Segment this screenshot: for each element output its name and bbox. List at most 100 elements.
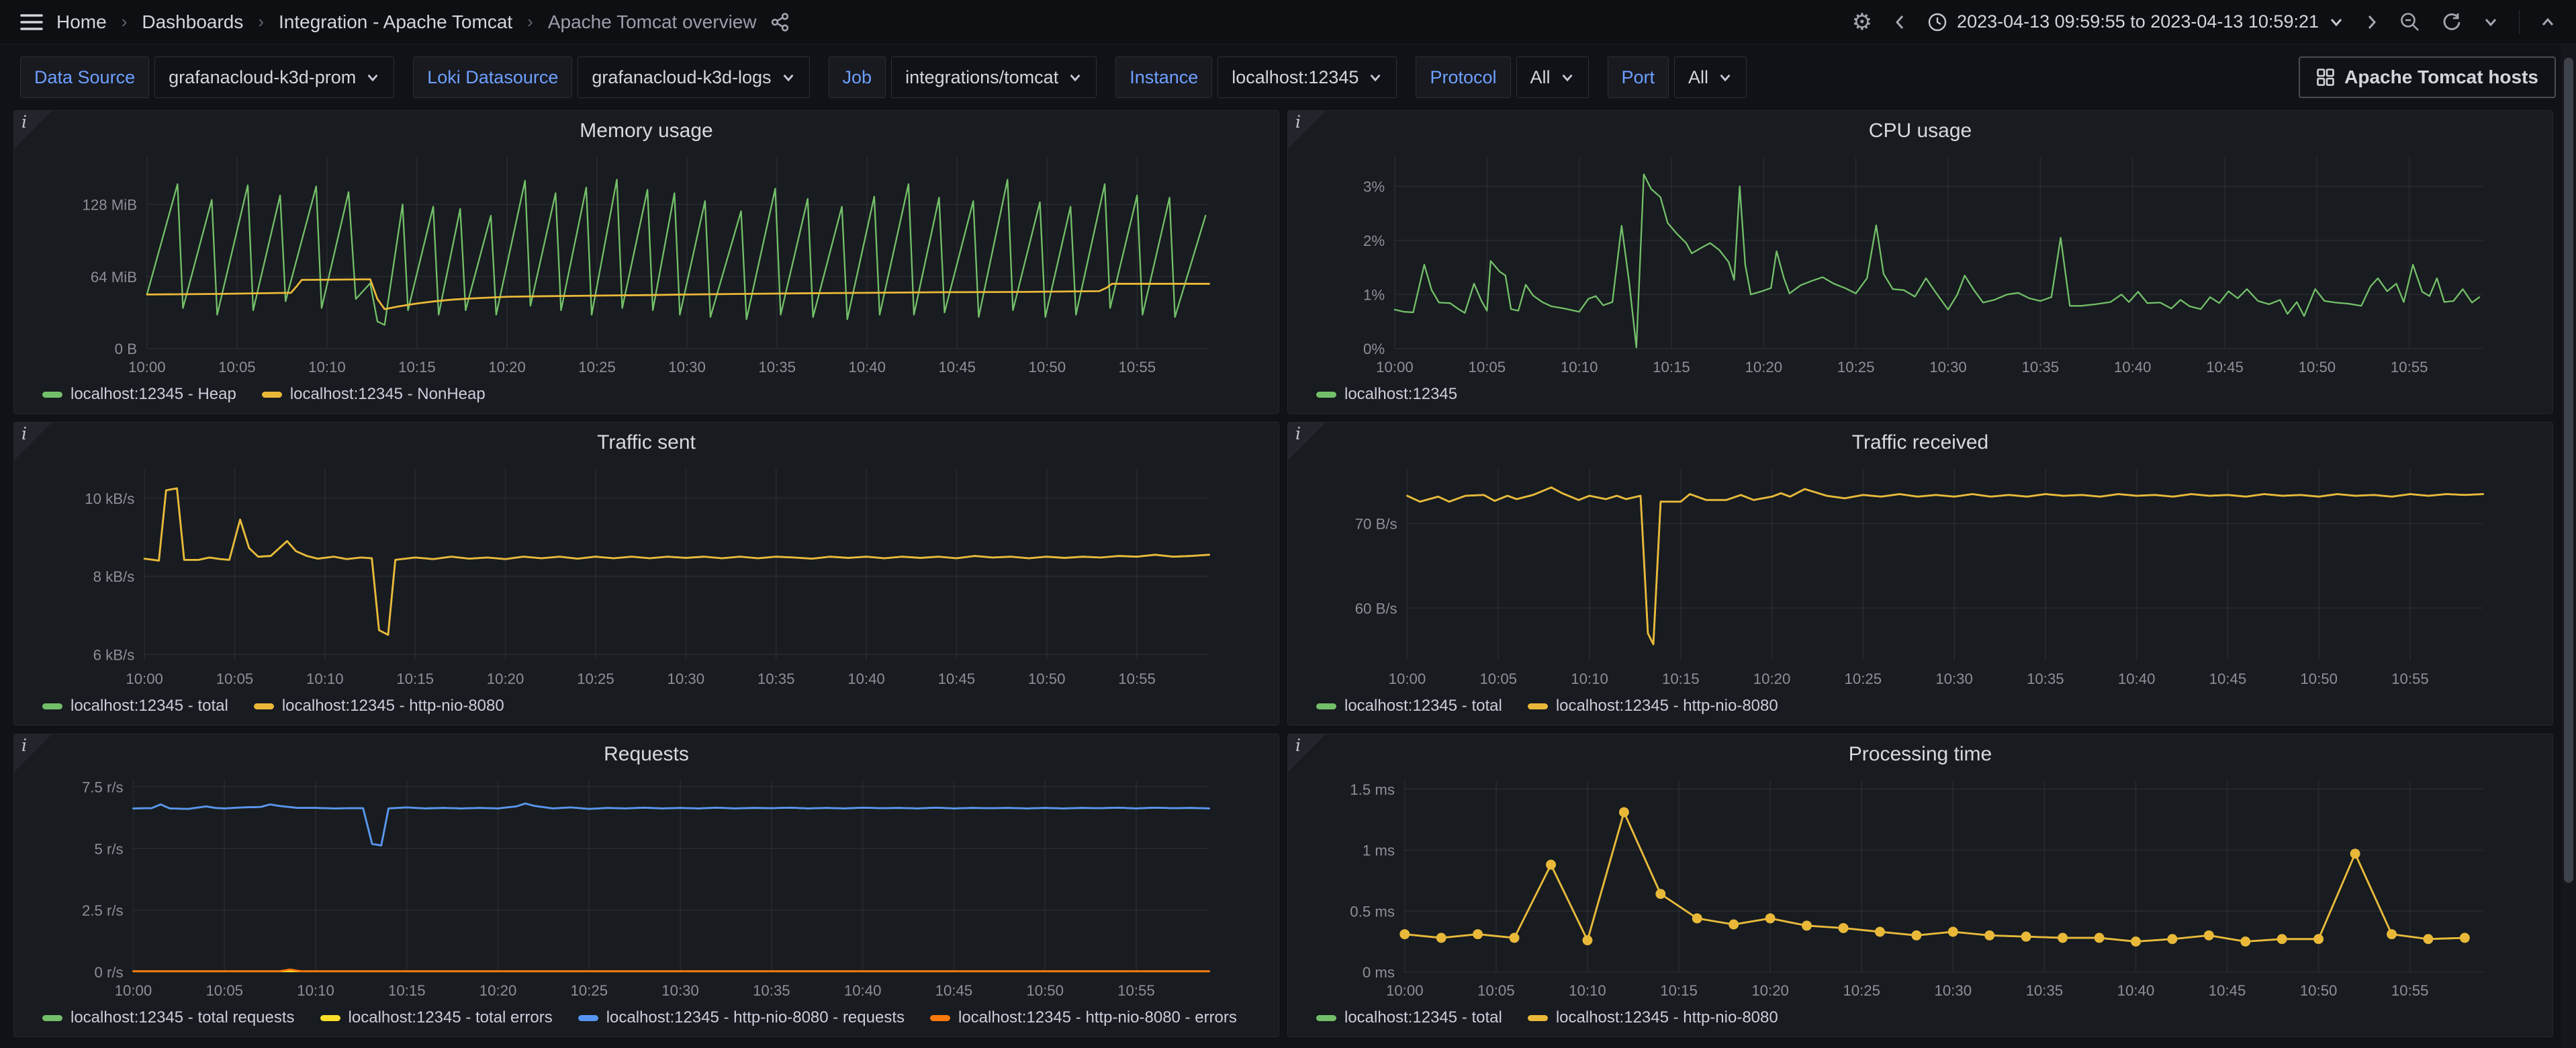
svg-text:10:35: 10:35	[2022, 359, 2060, 376]
svg-text:10:20: 10:20	[488, 359, 526, 376]
legend-item[interactable]: localhost:12345 - total	[42, 697, 228, 715]
svg-text:10:10: 10:10	[297, 982, 334, 999]
svg-text:10:25: 10:25	[578, 359, 616, 376]
nav-divider	[2519, 9, 2520, 34]
svg-text:10:55: 10:55	[1119, 359, 1156, 376]
legend-item[interactable]: localhost:12345 - http-nio-8080 - errors	[930, 1008, 1237, 1027]
chevron-down-icon	[2330, 18, 2342, 26]
menu-icon[interactable]	[20, 13, 43, 32]
time-range-picker[interactable]: 2023-04-13 09:59:55 to 2023-04-13 10:59:…	[1927, 11, 2344, 32]
panel-title[interactable]: Traffic received	[1299, 428, 2542, 459]
svg-text:10:55: 10:55	[2391, 359, 2428, 376]
svg-text:2.5 r/s: 2.5 r/s	[82, 902, 124, 919]
svg-text:10:30: 10:30	[1934, 982, 1972, 999]
legend-item[interactable]: localhost:12345 - total	[1316, 1008, 1502, 1027]
legend-item[interactable]: localhost:12345 - total requests	[42, 1008, 295, 1027]
caret-up-icon[interactable]	[2540, 17, 2556, 28]
svg-text:10:00: 10:00	[1389, 670, 1426, 687]
legend-series-label: localhost:12345 - Heap	[71, 385, 236, 403]
legend-series-swatch	[930, 1014, 950, 1021]
filter-value-protocol[interactable]: All	[1516, 56, 1589, 98]
traffic-sent-legend: localhost:12345 - total localhost:12345 -…	[25, 693, 1268, 717]
panel-info-icon[interactable]: i	[21, 424, 27, 443]
chevron-left-icon[interactable]	[1892, 12, 1907, 32]
legend-item[interactable]: localhost:12345 - http-nio-8080	[1527, 697, 1778, 715]
svg-text:10:35: 10:35	[753, 982, 790, 999]
legend-series-label: localhost:12345 - http-nio-8080	[1555, 1008, 1778, 1027]
apache-tomcat-hosts-button[interactable]: Apache Tomcat hosts	[2299, 56, 2556, 98]
svg-text:10:15: 10:15	[398, 359, 436, 376]
svg-text:64 MiB: 64 MiB	[91, 269, 137, 286]
filter-value-port[interactable]: All	[1674, 56, 1747, 98]
svg-text:10:20: 10:20	[1751, 982, 1789, 999]
cpu-usage-legend: localhost:12345	[1299, 381, 2542, 405]
panel-info-icon[interactable]: i	[21, 736, 27, 755]
panel-info-icon[interactable]: i	[1295, 424, 1301, 443]
panel-info-icon[interactable]: i	[1295, 736, 1301, 755]
panel-info-icon[interactable]: i	[21, 112, 27, 132]
panel-title[interactable]: Processing time	[1299, 740, 2542, 771]
filter-label-job: Job	[828, 56, 886, 98]
panel-title[interactable]: Requests	[25, 740, 1268, 771]
legend-item[interactable]: localhost:12345	[1316, 385, 1457, 404]
legend-series-swatch	[42, 391, 62, 398]
chevron-right-icon[interactable]	[2364, 12, 2379, 32]
breadcrumb-home[interactable]: Home	[56, 11, 107, 33]
panel-title[interactable]: Traffic sent	[25, 428, 1268, 459]
svg-text:10:40: 10:40	[2114, 359, 2152, 376]
legend-series-label: localhost:12345	[1344, 385, 1458, 403]
cpu-usage-chart[interactable]: 10:00 10:05 10:10 10:15 10:20 10:25 10:30 10:35…	[1299, 147, 2542, 381]
legend-item[interactable]: localhost:12345 - http-nio-8080	[1527, 1008, 1778, 1027]
processing-time-chart[interactable]: 10:00 10:05 10:10 10:15 10:20 10:25 10:30 10:35…	[1299, 771, 2542, 1004]
svg-text:10:35: 10:35	[2026, 982, 2064, 999]
zoom-out-icon[interactable]	[2399, 11, 2421, 33]
filter-value-job[interactable]: integrations/tomcat	[891, 56, 1097, 98]
svg-text:10:40: 10:40	[2118, 670, 2156, 687]
breadcrumb-dashboards[interactable]: Dashboards	[142, 11, 243, 33]
chevron-down-icon	[1370, 74, 1381, 81]
filter-label-loki-datasource: Loki Datasource	[413, 56, 573, 98]
svg-text:3%: 3%	[1363, 179, 1385, 195]
gear-icon[interactable]: ⚙	[1852, 11, 1872, 34]
legend-item[interactable]: localhost:12345 - NonHeap	[261, 385, 486, 404]
svg-text:10:50: 10:50	[1029, 359, 1066, 376]
legend-item[interactable]: localhost:12345 - http-nio-8080 - reques…	[578, 1008, 905, 1027]
svg-text:10:20: 10:20	[479, 982, 517, 999]
breadcrumb-separator: ›	[527, 11, 533, 32]
legend-series-label: localhost:12345 - total	[1344, 697, 1502, 715]
legend-series-swatch	[1316, 391, 1336, 398]
memory-usage-chart[interactable]: 10:00 10:05 10:10 10:15 10:20 10:25 10:30 10:35…	[25, 147, 1268, 381]
traffic-sent-chart[interactable]: 10:00 10:05 10:10 10:15 10:20 10:25 10:30 10:35…	[25, 459, 1268, 693]
memory-usage-legend: localhost:12345 - Heap localhost:12345 - …	[25, 381, 1268, 405]
filter-group-data-source: Data Source grafanacloud-k3d-prom	[20, 56, 395, 98]
traffic-received-chart[interactable]: 10:00 10:05 10:10 10:15 10:20 10:25 10:30 10:35…	[1299, 459, 2542, 693]
refresh-interval-dropdown[interactable]	[2483, 17, 2499, 28]
scrollbar-thumb[interactable]	[2564, 58, 2573, 883]
panel-title[interactable]: CPU usage	[1299, 116, 2542, 147]
svg-text:10:45: 10:45	[938, 670, 976, 687]
chevron-down-icon	[367, 74, 378, 81]
panel-title[interactable]: Memory usage	[25, 116, 1268, 147]
svg-text:10:45: 10:45	[935, 982, 973, 999]
svg-text:10:25: 10:25	[1845, 670, 1882, 687]
legend-item[interactable]: localhost:12345 - total	[1316, 697, 1502, 715]
legend-item[interactable]: localhost:12345 - total errors	[320, 1008, 553, 1027]
svg-text:0 r/s: 0 r/s	[94, 964, 123, 981]
filter-value-data-source[interactable]: grafanacloud-k3d-prom	[154, 56, 395, 98]
filter-value-instance[interactable]: localhost:12345	[1217, 56, 1397, 98]
breadcrumb-separator: ›	[121, 11, 128, 32]
refresh-icon[interactable]	[2441, 11, 2463, 33]
filter-value-loki-datasource[interactable]: grafanacloud-k3d-logs	[578, 56, 810, 98]
breadcrumb-integration[interactable]: Integration - Apache Tomcat	[279, 11, 512, 33]
legend-item[interactable]: localhost:12345 - Heap	[42, 385, 236, 404]
svg-text:10:40: 10:40	[847, 670, 885, 687]
panel-info-icon[interactable]: i	[1295, 112, 1301, 132]
legend-series-label: localhost:12345 - total errors	[348, 1008, 553, 1027]
panel-traffic-sent: i Traffic sent 10:00 10:05 10:10 10:15 10:20…	[13, 422, 1279, 726]
legend-series-swatch	[42, 1014, 62, 1021]
svg-text:0 B: 0 B	[115, 341, 137, 357]
requests-chart[interactable]: 10:00 10:05 10:10 10:15 10:20 10:25 10:30 10:35…	[25, 771, 1268, 1004]
legend-series-label: localhost:12345 - NonHeap	[289, 385, 486, 403]
legend-item[interactable]: localhost:12345 - http-nio-8080	[253, 697, 504, 715]
share-icon[interactable]	[770, 12, 790, 32]
